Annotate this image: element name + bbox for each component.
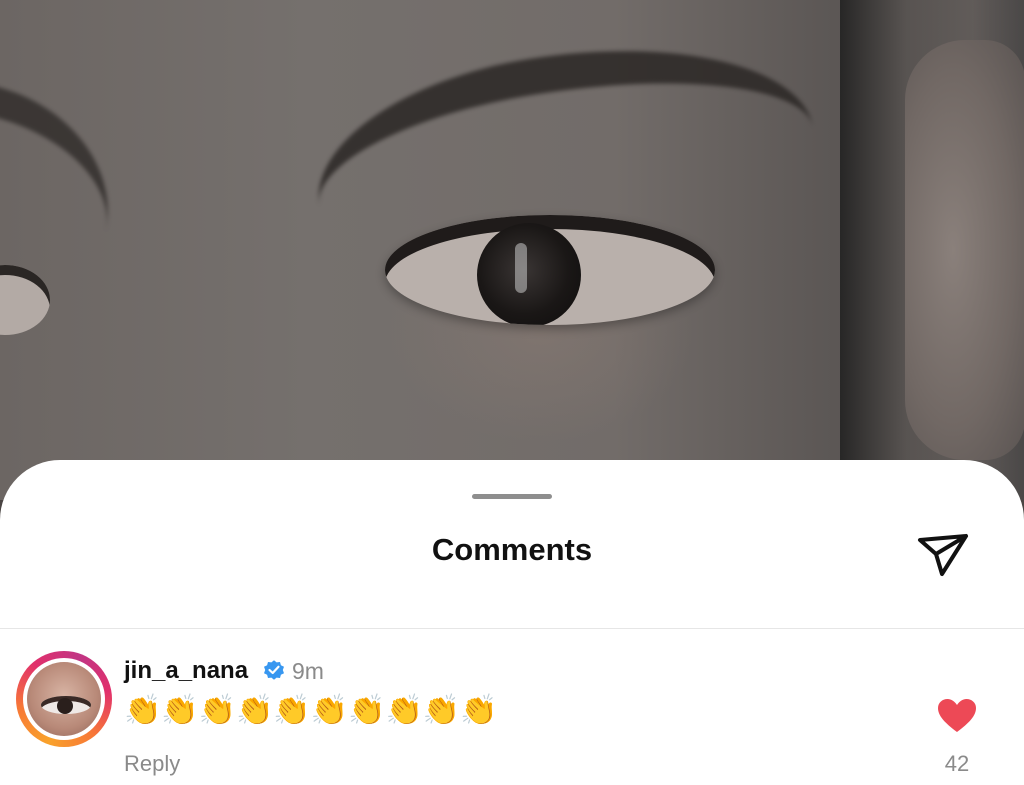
photo-detail: [301, 16, 819, 240]
photo-detail: [57, 698, 73, 714]
post-photo-backdrop: [0, 0, 1024, 500]
reply-button[interactable]: Reply: [124, 751, 180, 777]
photo-detail: [0, 77, 131, 233]
avatar-image: [27, 662, 101, 736]
share-button[interactable]: [912, 526, 974, 582]
drag-handle[interactable]: [472, 494, 552, 499]
comment-item: jin_a_nana 9m 👏👏👏👏👏👏👏👏👏👏 Reply 42: [0, 645, 1024, 785]
like-button[interactable]: [937, 698, 977, 734]
divider: [0, 628, 1024, 629]
comment-username[interactable]: jin_a_nana: [124, 657, 248, 685]
photo-detail: [41, 696, 91, 714]
photo-detail: [0, 265, 50, 335]
photo-detail: [385, 215, 715, 325]
photo-detail: [905, 40, 1024, 460]
comment-text: 👏👏👏👏👏👏👏👏👏👏: [124, 693, 498, 728]
paper-plane-icon: [918, 534, 968, 576]
heart-icon: [938, 699, 976, 732]
avatar: [23, 658, 105, 740]
sheet-title: Comments: [431, 532, 593, 567]
comment-timestamp: 9m: [292, 658, 324, 684]
photo-detail: [477, 223, 581, 325]
avatar-story-ring[interactable]: [16, 651, 112, 747]
photo-detail: [515, 243, 527, 293]
verified-badge-icon: [264, 660, 284, 680]
like-count: 42: [944, 751, 970, 776]
comments-sheet: Comments jin_a_nana 9m 👏👏👏👏👏👏👏👏👏👏 Reply: [0, 460, 1024, 785]
